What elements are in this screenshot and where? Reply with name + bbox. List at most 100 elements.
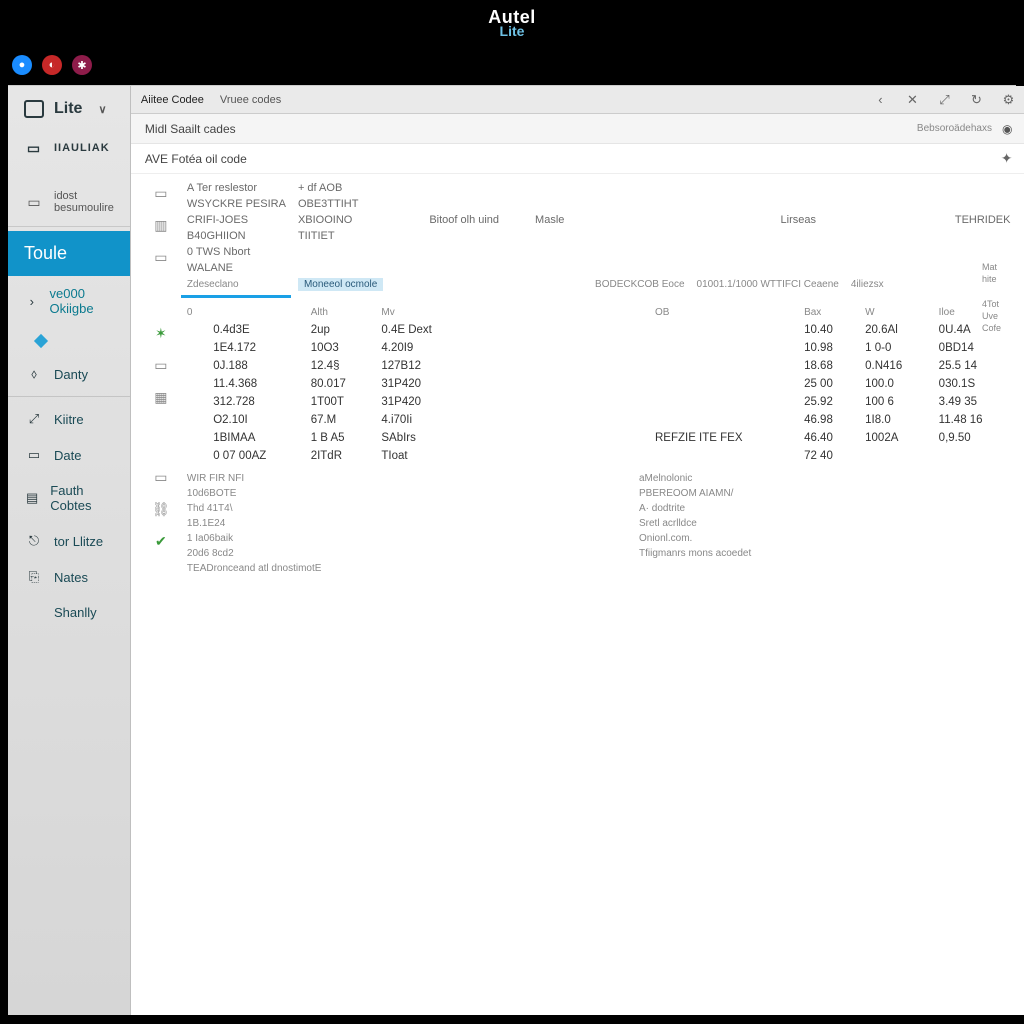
cell: 2up	[305, 321, 376, 339]
table-row: WALANE	[181, 260, 1017, 276]
chevron-down-icon	[92, 100, 106, 118]
cell	[649, 357, 798, 375]
stack-icon: ▭	[150, 468, 172, 486]
table-row[interactable]: 312.7281T00T31P42025.92100 63.49 35	[181, 393, 1017, 411]
tab-aitee-code[interactable]: Aiitee Codee	[141, 94, 204, 106]
cell	[469, 339, 649, 357]
chip: Mat	[982, 262, 1012, 274]
cell: CRIFI-JOES	[181, 212, 292, 228]
cell: 1002A	[859, 429, 933, 447]
cell: B40GHIION	[181, 228, 292, 244]
add-icon[interactable]: ✦	[1001, 150, 1013, 167]
cell: aMelnolonic	[633, 471, 1016, 486]
sidebar-item-danty[interactable]: ⬨ Danty	[8, 356, 130, 392]
refresh-icon[interactable]: ↻	[968, 92, 984, 108]
cell: 80.017	[305, 375, 376, 393]
table-row[interactable]: 0.4d3E2up0.4E Dext10.4020.6Al0U.4A	[181, 321, 1017, 339]
sidebar-item-shanlly[interactable]: Shanlly	[8, 595, 130, 630]
cell: 0.4E Dext	[375, 321, 469, 339]
cell	[181, 447, 207, 465]
taskbar-icon-2[interactable]: ◐	[42, 55, 62, 75]
cell: Bitoof olh uind	[389, 212, 505, 228]
sidebar-item-idost[interactable]: ▭ idost besumoulire	[8, 182, 130, 222]
table-row[interactable]: 1E4.17210O34.20I910.981 0-00BD14	[181, 339, 1017, 357]
sidebar-item-fault-codes[interactable]: ▤ Fauth Cobtes	[8, 473, 130, 523]
table-row[interactable]: O2.10I67.M4.i70Ii46.981I8.011.48 16	[181, 411, 1017, 429]
cell: 1E4.172	[207, 339, 304, 357]
cell	[633, 561, 1016, 576]
sidebar-item-tor-litze[interactable]: ⎋ tor Llitze	[8, 523, 130, 559]
sidebar-item-kiitre[interactable]: ⤢ Kiitre	[8, 401, 130, 437]
sidebar-header[interactable]: Lite	[8, 86, 130, 132]
sidebar-item-iiauliak[interactable]: ▭ IIAULIAK	[8, 132, 130, 164]
chain-icon: ⛓	[150, 500, 172, 518]
cell: 100.0	[859, 375, 933, 393]
cell: 0 07 00AZ	[207, 447, 304, 465]
table-row: B40GHIION TIITIET	[181, 228, 1017, 244]
cell: 2ITdR	[305, 447, 376, 465]
cell: 31P420	[375, 375, 469, 393]
col-header: Mv	[375, 304, 469, 321]
cell: 10.40	[798, 321, 859, 339]
cell: 10d6BOTE	[181, 486, 633, 501]
cell: 1I8.0	[859, 411, 933, 429]
separator	[8, 226, 130, 227]
cell: 25.92	[798, 393, 859, 411]
sidebar: Lite ▭ IIAULIAK ▭ idost besumoulire Toul…	[8, 86, 131, 1015]
list-item: 10d6BOTEPBEREOOM AIAMN/	[181, 486, 1017, 501]
cell: A Ter reslestor	[181, 180, 292, 196]
cell: 3.49 35	[933, 393, 1017, 411]
table-row[interactable]: 0J.18812.4§127B1218.680.N41625.5 14	[181, 357, 1017, 375]
sidebar-item-active[interactable]: Toule	[8, 231, 130, 276]
cell: 4.20I9	[375, 339, 469, 357]
table-row[interactable]: 0 07 00AZ2ITdRTIoat72 40	[181, 447, 1017, 465]
cell	[469, 357, 649, 375]
cell: 31P420	[375, 393, 469, 411]
back-icon[interactable]: ‹	[872, 92, 888, 107]
sidebar-item-label: Nates	[54, 570, 88, 585]
cell: BODECKCOB Eoce	[505, 276, 690, 293]
cell: 0 TWS Nbort	[181, 244, 292, 260]
list-item: Thd 41T4\A· dodtrite	[181, 501, 1017, 516]
diamond-icon	[34, 334, 48, 348]
tab-vruee-codes[interactable]: Vruee codes	[220, 94, 281, 106]
cell: XBIOOINO	[292, 212, 389, 228]
sidebar-item-date[interactable]: ▭ Date	[8, 437, 130, 473]
page-icon: ▭	[150, 248, 172, 266]
col-header	[207, 304, 304, 321]
table-row[interactable]: 11.4.36880.01731P42025 00100.0030.1S	[181, 375, 1017, 393]
cell: 0.4d3E	[207, 321, 304, 339]
cell	[649, 393, 798, 411]
taskbar-icon-3[interactable]: ✱	[72, 55, 92, 75]
doc-icon: ▭	[150, 184, 172, 202]
cell	[469, 447, 649, 465]
cell: 72 40	[798, 447, 859, 465]
sidebar-item-nates[interactable]: ⎘ Nates	[8, 559, 130, 595]
taskbar-icon-1[interactable]: ●	[12, 55, 32, 75]
cell: 18.68	[798, 357, 859, 375]
cell: 0J.188	[207, 357, 304, 375]
eye-icon[interactable]: ◉	[1002, 122, 1012, 136]
table-row: A Ter reslestor + df AOB	[181, 180, 1017, 196]
cell: 4.i70Ii	[375, 411, 469, 429]
expand-icon[interactable]: ⤢	[936, 92, 952, 108]
cell: 030.1S	[933, 375, 1017, 393]
cell: 312.728	[207, 393, 304, 411]
sidebar-item-ve000[interactable]: › ve000 Okiigbe	[8, 276, 130, 326]
sidebar-item-bullet[interactable]	[8, 326, 130, 356]
close-icon[interactable]: ✕	[904, 92, 920, 108]
table-row: CRIFI-JOES XBIOOINO Bitoof olh uind Masl…	[181, 212, 1017, 228]
brand-logo: Autel Lite	[488, 8, 536, 38]
row-icon-column: ▭ ▥ ▭ ✶ ▭ ▦ ▭ ⛓ ✔	[141, 180, 181, 576]
module-icon: ▭	[24, 140, 44, 156]
cell: TIITIET	[292, 228, 389, 244]
card-icon: ▭	[24, 194, 44, 210]
cell: 01001.1/1000 WTTIFCI Ceaene	[691, 276, 845, 293]
cell	[649, 447, 798, 465]
gear-icon[interactable]: ⚙	[1000, 92, 1016, 108]
cell: 0BD14	[933, 339, 1017, 357]
chip: hite	[982, 274, 1012, 286]
section-pill[interactable]: Moneeol ocmole	[298, 278, 383, 291]
main-panel: Aiitee Codee Vruee codes ‹ ✕ ⤢ ↻ ⚙ Midl …	[131, 86, 1024, 1015]
table-row[interactable]: 1BIMAA1 B A5SAbIrsREFZIE ITE FEX46.40100…	[181, 429, 1017, 447]
